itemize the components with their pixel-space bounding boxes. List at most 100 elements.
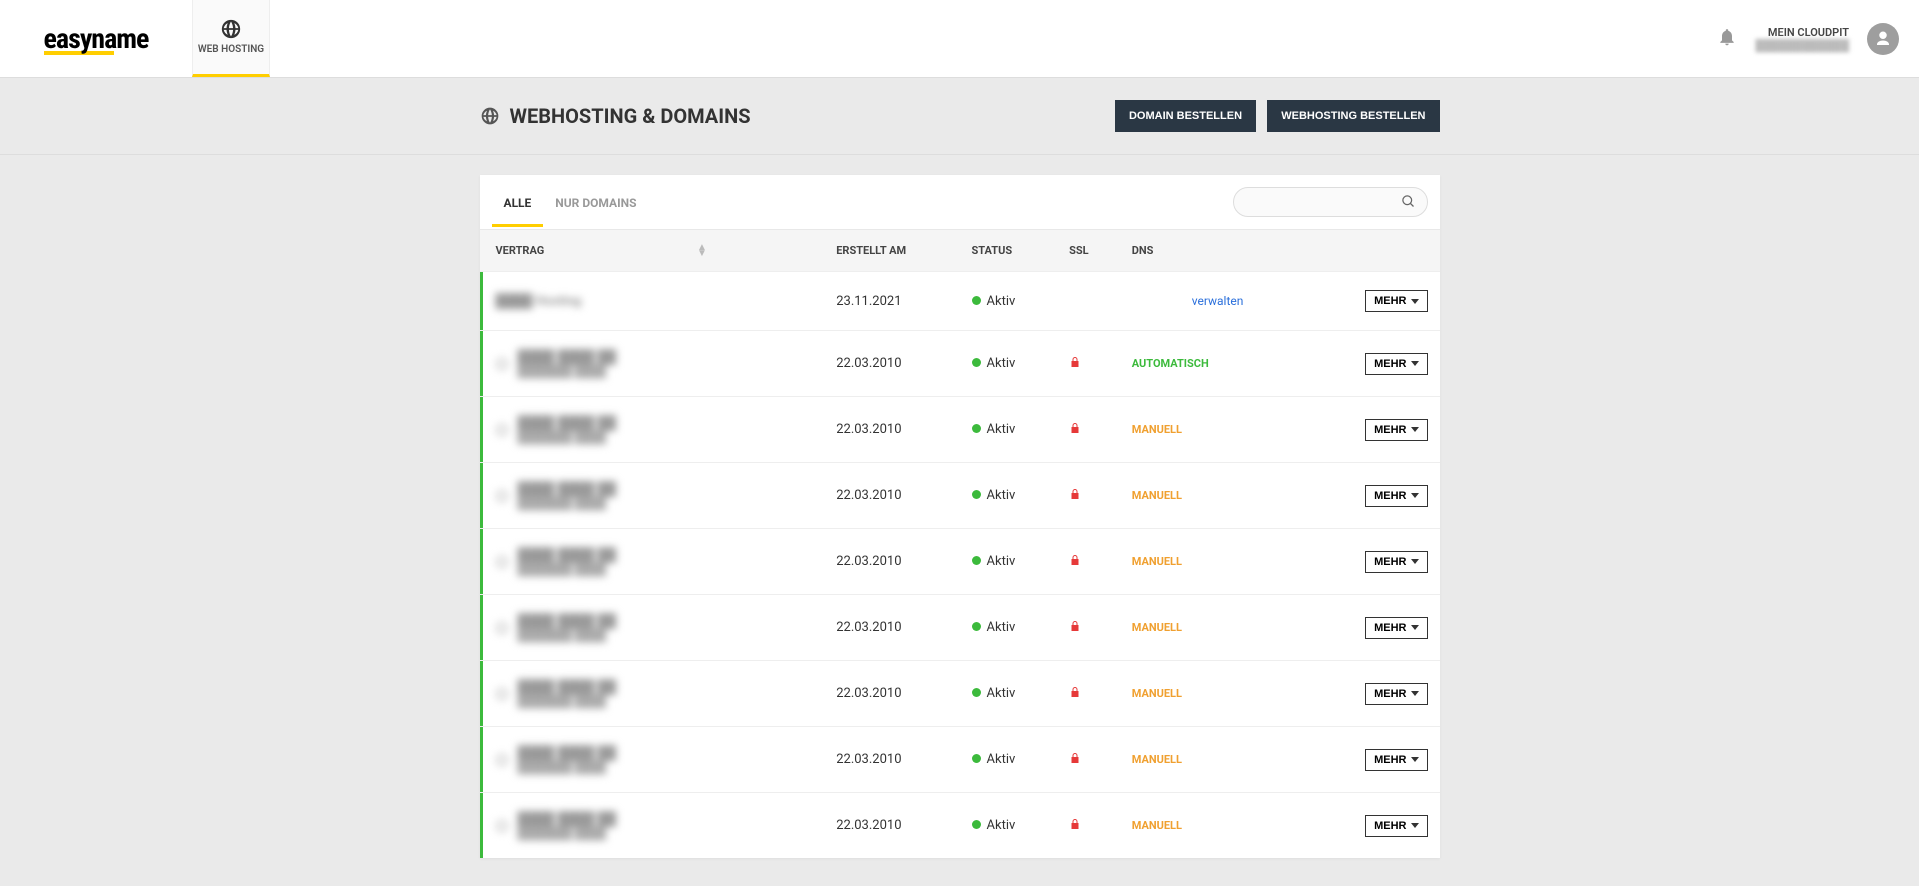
page-title: WEBHOSTING & DOMAINS xyxy=(480,104,751,128)
tab-only-domains[interactable]: NUR DOMAINS xyxy=(543,178,648,227)
globe-icon xyxy=(220,18,242,40)
nav-tab-label: WEB HOSTING xyxy=(198,44,264,56)
lock-icon xyxy=(1069,687,1081,703)
lock-icon xyxy=(1069,621,1081,637)
col-status[interactable]: STATUS xyxy=(960,230,1058,272)
contracts-table: VERTRAG ▲▼ ERSTELLT AM STATUS SSL DNS ██… xyxy=(480,230,1440,858)
dns-cell: MANUELL xyxy=(1120,727,1315,793)
status-dot-icon xyxy=(972,754,981,763)
caret-down-icon xyxy=(1411,823,1419,828)
notifications-icon[interactable] xyxy=(1717,27,1737,51)
more-button[interactable]: MEHR xyxy=(1365,749,1427,771)
brand-logo[interactable]: easyname xyxy=(0,0,192,77)
more-button[interactable]: MEHR xyxy=(1365,617,1427,639)
caret-down-icon xyxy=(1411,757,1419,762)
lock-icon xyxy=(1069,423,1081,439)
col-erstellt[interactable]: ERSTELLT AM xyxy=(824,230,959,272)
lock-icon xyxy=(1069,753,1081,769)
status-cell: Aktiv xyxy=(960,595,1058,661)
vertrag-name: ████ ████ █████████ ████ xyxy=(518,811,617,840)
vertrag-cell[interactable]: ████ ████ █████████ ████ xyxy=(496,415,813,444)
col-ssl[interactable]: SSL xyxy=(1057,230,1120,272)
nav-tab-webhosting[interactable]: WEB HOSTING xyxy=(192,0,270,77)
ssl-cell xyxy=(1057,793,1120,859)
tab-all[interactable]: ALLE xyxy=(492,178,544,227)
table-row: ████ ████ █████████ ████ 22.03.2010Aktiv M… xyxy=(480,793,1440,859)
vertrag-cell[interactable]: ████ ████ █████████ ████ xyxy=(496,679,813,708)
order-hosting-button[interactable]: WEBHOSTING BESTELLEN xyxy=(1267,100,1439,132)
table-row: ████ ████ █████████ ████22.03.2010AktivM… xyxy=(480,529,1440,595)
caret-down-icon xyxy=(1411,559,1419,564)
caret-down-icon xyxy=(1411,427,1419,432)
dns-manual-label: MANUELL xyxy=(1132,555,1182,568)
radio-icon xyxy=(496,688,508,700)
vertrag-cell[interactable]: ████ ████ █████████ ████ xyxy=(496,613,813,642)
dns-auto-label: AUTOMATISCH xyxy=(1132,357,1209,370)
more-button[interactable]: MEHR xyxy=(1365,815,1427,837)
caret-down-icon xyxy=(1411,493,1419,498)
avatar[interactable] xyxy=(1867,23,1899,55)
dns-cell: MANUELL xyxy=(1120,661,1315,727)
dns-cell: MANUELL xyxy=(1120,463,1315,529)
vertrag-name: ████ ████ █████████ ████ xyxy=(518,679,617,708)
account-label: MEIN CLOUDPIT xyxy=(1755,26,1849,39)
created-date: 22.03.2010 xyxy=(824,529,959,595)
more-button[interactable]: MEHR xyxy=(1365,683,1427,705)
search-icon[interactable] xyxy=(1401,194,1416,213)
table-row: ████ ████ █████████ ████ 22.03.2010Aktiv A… xyxy=(480,331,1440,397)
vertrag-cell[interactable]: ████ Hosting xyxy=(496,293,813,309)
lock-icon xyxy=(1069,489,1081,505)
ssl-cell xyxy=(1057,331,1120,397)
ssl-cell xyxy=(1057,272,1120,331)
subheader: WEBHOSTING & DOMAINS DOMAIN BESTELLEN WE… xyxy=(0,78,1919,155)
account-block[interactable]: MEIN CLOUDPIT ████████████ xyxy=(1755,26,1849,52)
created-date: 23.11.2021 xyxy=(824,272,959,331)
dns-manual-label: MANUELL xyxy=(1132,819,1182,832)
vertrag-cell[interactable]: ████ ████ █████████ ████ xyxy=(496,811,813,840)
status-cell: Aktiv xyxy=(960,331,1058,397)
vertrag-cell[interactable]: ████ ████ █████████ ████ xyxy=(496,547,813,576)
dns-manage-link[interactable]: verwalten xyxy=(1192,294,1244,308)
created-date: 22.03.2010 xyxy=(824,793,959,859)
created-date: 22.03.2010 xyxy=(824,595,959,661)
status-dot-icon xyxy=(972,296,981,305)
vertrag-cell[interactable]: ████ ████ █████████ ████ xyxy=(496,349,813,378)
vertrag-name: ████ ████ █████████ ████ xyxy=(518,745,617,774)
more-button[interactable]: MEHR xyxy=(1365,551,1427,573)
ssl-cell xyxy=(1057,463,1120,529)
dns-manual-label: MANUELL xyxy=(1132,621,1182,634)
more-button[interactable]: MEHR xyxy=(1365,419,1427,441)
vertrag-cell[interactable]: ████ ████ █████████ ████ xyxy=(496,745,813,774)
search-input[interactable] xyxy=(1233,187,1428,217)
col-vertrag[interactable]: VERTRAG ▲▼ xyxy=(480,230,825,272)
status-cell: Aktiv xyxy=(960,661,1058,727)
lock-icon xyxy=(1069,819,1081,835)
table-row: ████ ████ █████████ ████22.03.2010AktivM… xyxy=(480,727,1440,793)
status-cell: Aktiv xyxy=(960,793,1058,859)
created-date: 22.03.2010 xyxy=(824,661,959,727)
dns-cell: MANUELL xyxy=(1120,397,1315,463)
user-icon xyxy=(1874,30,1892,48)
more-button[interactable]: MEHR xyxy=(1365,485,1427,507)
table-row: ████ ████ █████████ ████22.03.2010AktivM… xyxy=(480,463,1440,529)
caret-down-icon xyxy=(1411,691,1419,696)
ssl-cell xyxy=(1057,529,1120,595)
created-date: 22.03.2010 xyxy=(824,331,959,397)
vertrag-cell[interactable]: ████ ████ █████████ ████ xyxy=(496,481,813,510)
radio-icon xyxy=(496,490,508,502)
more-button[interactable]: MEHR xyxy=(1365,290,1427,312)
sort-icon[interactable]: ▲▼ xyxy=(697,245,707,257)
lock-icon xyxy=(1069,555,1081,571)
topbar-right: MEIN CLOUDPIT ████████████ xyxy=(1717,0,1919,77)
ssl-cell xyxy=(1057,727,1120,793)
dns-manual-label: MANUELL xyxy=(1132,687,1182,700)
order-domain-button[interactable]: DOMAIN BESTELLEN xyxy=(1115,100,1256,132)
status-cell: Aktiv xyxy=(960,463,1058,529)
radio-icon xyxy=(496,358,508,370)
created-date: 22.03.2010 xyxy=(824,397,959,463)
status-cell: Aktiv xyxy=(960,397,1058,463)
table-row: ████ Hosting23.11.2021AktivverwaltenMEHR xyxy=(480,272,1440,331)
radio-icon xyxy=(496,424,508,436)
col-dns[interactable]: DNS xyxy=(1120,230,1315,272)
more-button[interactable]: MEHR xyxy=(1365,353,1427,375)
